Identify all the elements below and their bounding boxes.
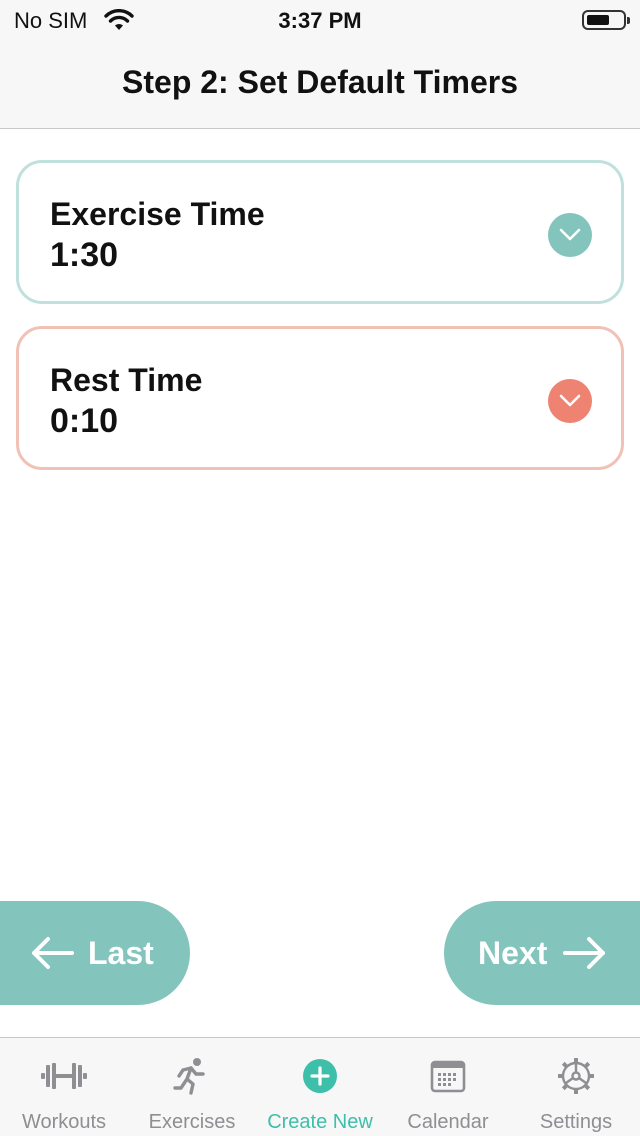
last-button[interactable]: Last: [0, 901, 190, 1005]
tab-bar: Workouts Exercises Create New Calendar S…: [0, 1037, 640, 1136]
tab-create-new-label: Create New: [267, 1111, 373, 1133]
status-bar: No SIM 3:37 PM: [0, 0, 640, 40]
tab-create-new[interactable]: Create New: [256, 1038, 384, 1136]
calendar-icon: [430, 1060, 466, 1093]
status-time: 3:37 PM: [278, 8, 362, 33]
exercise-time-label: Exercise Time: [50, 196, 265, 232]
navigation-bar: Step 2: Set Default Timers: [0, 40, 640, 129]
rest-time-expand-button[interactable]: [548, 379, 592, 423]
battery-icon: [582, 10, 630, 30]
tab-exercises-label: Exercises: [148, 1111, 236, 1133]
next-button-label: Next: [478, 934, 548, 971]
exercise-time-value: 1:30: [50, 236, 119, 274]
chevron-down-icon: [559, 394, 581, 407]
arrow-right-icon: [563, 937, 606, 969]
running-figure-icon: [173, 1058, 205, 1095]
tab-settings[interactable]: Settings: [512, 1038, 640, 1136]
gear-icon: [558, 1058, 594, 1094]
battery-fill: [587, 15, 609, 25]
tab-calendar[interactable]: Calendar: [384, 1038, 512, 1136]
tab-settings-label: Settings: [539, 1111, 613, 1133]
tab-exercises[interactable]: Exercises: [128, 1038, 256, 1136]
rest-time-label: Rest Time: [50, 362, 203, 398]
rest-time-value: 0:10: [50, 402, 119, 440]
exercise-time-card[interactable]: Exercise Time 1:30: [16, 160, 624, 304]
tab-calendar-label: Calendar: [407, 1111, 489, 1133]
next-button[interactable]: Next: [444, 901, 640, 1005]
rest-time-card[interactable]: Rest Time 0:10: [16, 326, 624, 470]
tab-workouts[interactable]: Workouts: [0, 1038, 128, 1136]
chevron-down-icon: [559, 228, 581, 241]
barbell-icon: [41, 1063, 87, 1089]
plus-circle-icon: [303, 1059, 337, 1093]
last-button-label: Last: [88, 934, 154, 971]
tab-workouts-label: Workouts: [21, 1111, 107, 1133]
page-title: Step 2: Set Default Timers: [122, 64, 518, 100]
arrow-left-icon: [32, 937, 74, 969]
exercise-time-expand-button[interactable]: [548, 213, 592, 257]
